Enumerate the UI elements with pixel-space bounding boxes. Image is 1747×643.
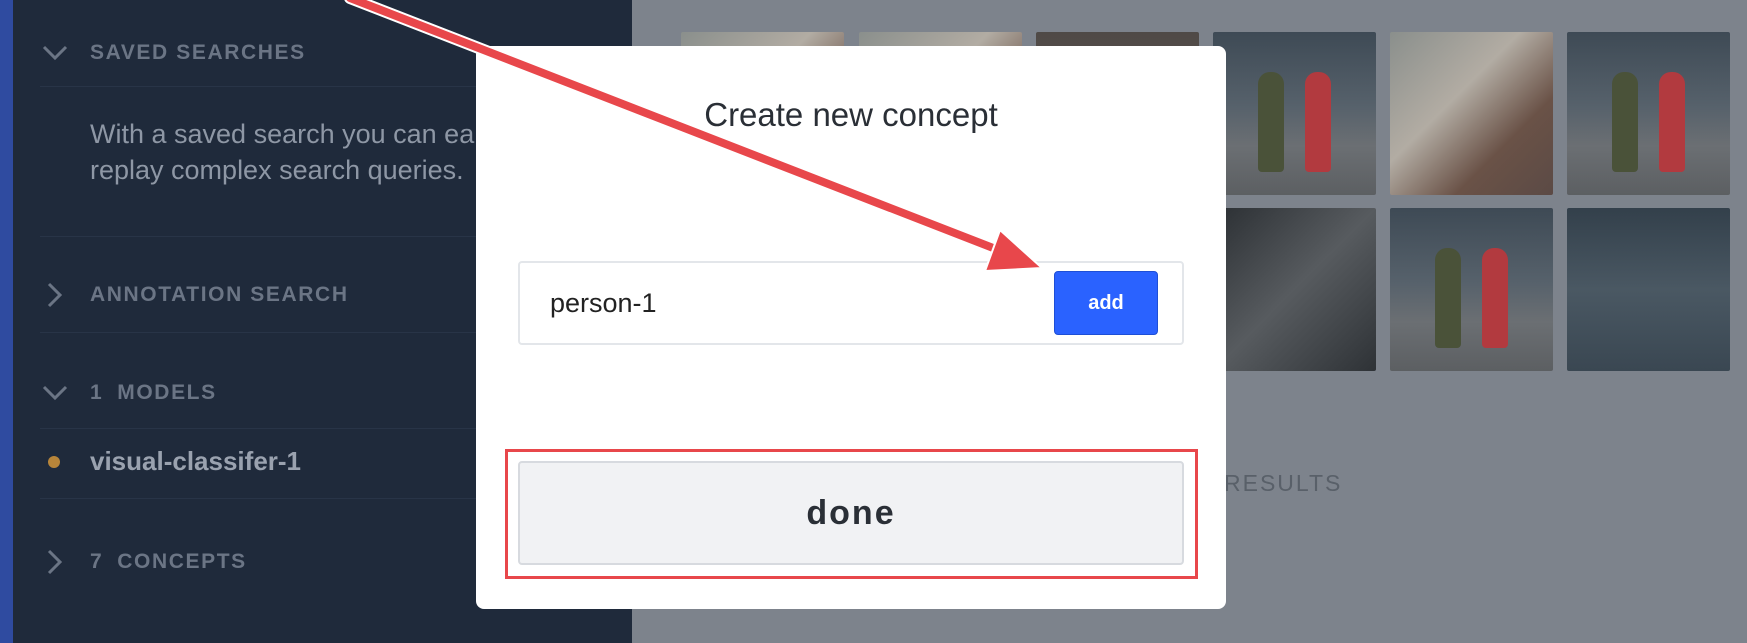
annotation-search-header[interactable]: ANNOTATION SEARCH <box>40 280 349 310</box>
chevron-down-icon <box>40 38 70 68</box>
results-label: RESULTS <box>1224 470 1343 496</box>
chevron-right-icon <box>40 547 70 577</box>
chevron-right-icon <box>40 280 70 310</box>
image-thumbnail[interactable] <box>1390 32 1553 195</box>
concepts-title: CONCEPTS <box>117 550 247 573</box>
models-count: 1 <box>90 381 104 404</box>
image-thumbnail[interactable] <box>1213 208 1376 371</box>
modal-title: Create new concept <box>704 96 998 133</box>
saved-searches-header[interactable]: SAVED SEARCHES <box>40 38 306 68</box>
add-button[interactable]: add <box>1054 271 1158 335</box>
models-header[interactable]: 1 MODELS <box>40 378 217 408</box>
concepts-count: 7 <box>90 550 104 573</box>
chevron-down-icon <box>40 378 70 408</box>
saved-searches-title: SAVED SEARCHES <box>90 41 306 64</box>
models-title: MODELS <box>117 381 217 404</box>
concept-input-row: add <box>518 261 1184 345</box>
status-dot-icon <box>48 455 60 468</box>
concepts-header[interactable]: 7 CONCEPTS <box>40 547 247 577</box>
image-thumbnail[interactable] <box>1567 208 1730 371</box>
sidebar-accent-bar <box>0 0 13 643</box>
image-thumbnail[interactable] <box>1567 32 1730 195</box>
model-name: visual-classifer-1 <box>90 446 302 476</box>
concept-name-input[interactable] <box>550 281 1020 325</box>
image-thumbnail[interactable] <box>1213 32 1376 195</box>
annotation-search-title: ANNOTATION SEARCH <box>90 283 349 306</box>
model-item[interactable]: visual-classifer-1 <box>48 446 301 477</box>
image-thumbnail[interactable] <box>1390 208 1553 371</box>
create-concept-modal: Create new concept add done <box>476 46 1226 609</box>
done-button[interactable]: done <box>518 461 1184 565</box>
